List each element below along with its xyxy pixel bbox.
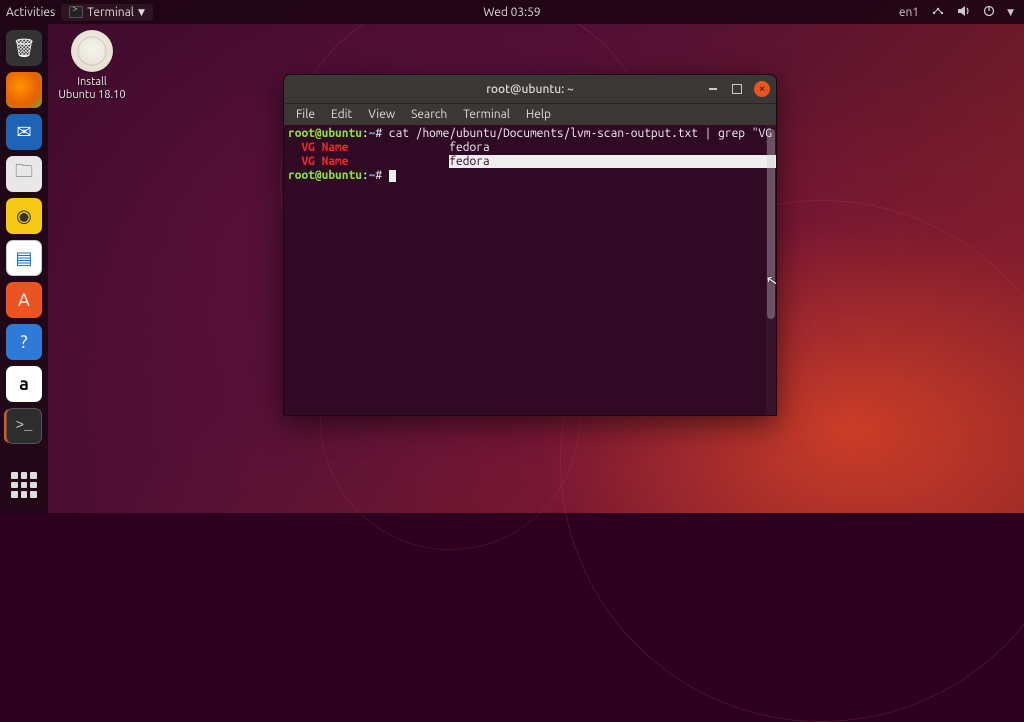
files-icon[interactable]: 🗀 (6, 156, 42, 192)
app-menu-button[interactable]: Terminal ▼ (61, 4, 153, 21)
close-button[interactable]: × (754, 81, 770, 97)
cd-icon (71, 30, 113, 72)
maximize-button[interactable] (730, 82, 744, 96)
input-source-indicator[interactable]: en1 (899, 6, 919, 19)
show-applications-button[interactable] (6, 467, 42, 503)
activities-button[interactable]: Activities (6, 6, 55, 19)
rhythmbox-icon[interactable]: ◉ (6, 198, 42, 234)
terminal-window: root@ubuntu: ~ × File Edit View Search T… (283, 74, 777, 416)
terminal-line: VG Name fedora (288, 155, 772, 169)
menu-file[interactable]: File (290, 106, 321, 123)
menu-terminal[interactable]: Terminal (457, 106, 516, 123)
terminal-cursor (389, 170, 396, 182)
text-selection: fedora (449, 155, 776, 168)
menu-bar: File Edit View Search Terminal Help (284, 103, 776, 125)
menu-view[interactable]: View (362, 106, 401, 123)
writer-icon[interactable]: ▤ (6, 240, 42, 276)
menu-help[interactable]: Help (520, 106, 557, 123)
terminal-line: VG Name fedora (288, 141, 772, 155)
scrollbar[interactable] (766, 125, 776, 415)
amazon-icon[interactable]: a (6, 366, 42, 402)
thunderbird-icon[interactable]: ✉ (6, 114, 42, 150)
caret-down-icon: ▼ (138, 7, 145, 18)
menu-search[interactable]: Search (405, 106, 453, 123)
firefox-icon[interactable] (6, 72, 42, 108)
terminal-launcher-icon[interactable]: >_ (6, 408, 42, 444)
app-menu-label: Terminal (87, 6, 134, 19)
clock[interactable]: Wed 03:59 (483, 6, 540, 19)
dock: 🗑 ✉ 🗀 ◉ ▤ A ? a >_ (0, 24, 48, 513)
network-icon[interactable] (931, 5, 945, 20)
trash-icon[interactable]: 🗑 (6, 30, 42, 66)
power-icon[interactable] (983, 5, 995, 20)
window-title: root@ubuntu: ~ (486, 83, 573, 96)
system-menu-caret-icon[interactable]: ▼ (1007, 7, 1014, 18)
minimize-button[interactable] (706, 82, 720, 96)
terminal-line: root@ubuntu:~# (288, 169, 772, 183)
terminal-body[interactable]: root@ubuntu:~# cat /home/ubuntu/Document… (284, 125, 776, 415)
mouse-pointer-icon: ↖ (765, 271, 780, 290)
help-icon[interactable]: ? (6, 324, 42, 360)
install-ubuntu-desktop-icon[interactable]: Install Ubuntu 18.10 (58, 30, 126, 102)
top-bar: Activities Terminal ▼ Wed 03:59 en1 ▼ (0, 0, 1024, 24)
desktop-icon-label: Install Ubuntu 18.10 (58, 76, 126, 102)
software-icon[interactable]: A (6, 282, 42, 318)
window-titlebar[interactable]: root@ubuntu: ~ × (284, 75, 776, 103)
terminal-line: root@ubuntu:~# cat /home/ubuntu/Document… (288, 127, 772, 141)
terminal-icon (69, 6, 83, 18)
scrollbar-thumb[interactable] (767, 129, 775, 319)
menu-edit[interactable]: Edit (325, 106, 358, 123)
volume-icon[interactable] (957, 5, 971, 20)
